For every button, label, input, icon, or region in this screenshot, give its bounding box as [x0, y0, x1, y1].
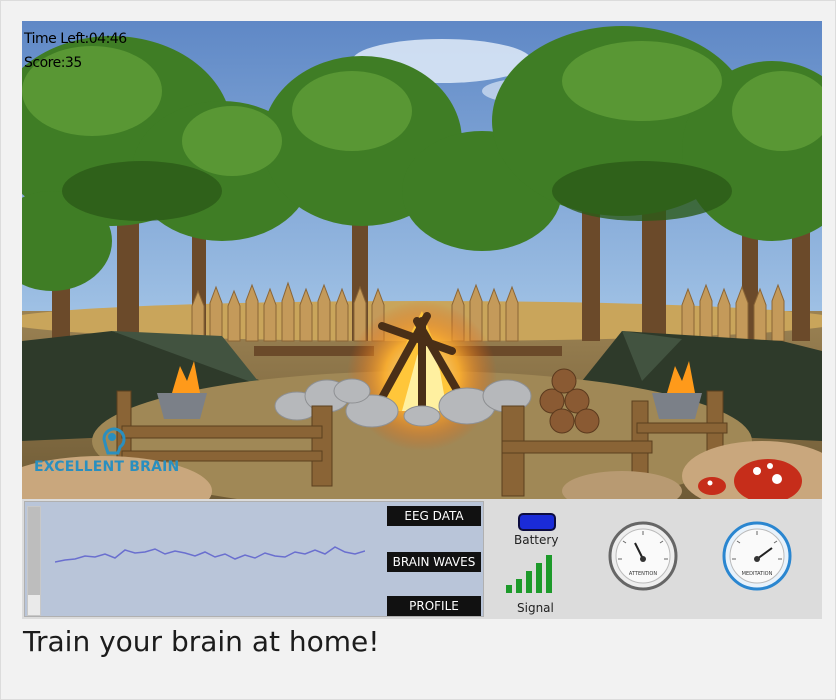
meditation-gauge: MEDITATION [722, 521, 792, 591]
score-label: Score:35 [24, 55, 82, 71]
meditation-gauge-label: MEDITATION [742, 571, 773, 577]
control-panel: EEG DATA BRAIN WAVES PROFILE Battery Sig… [22, 499, 822, 619]
brainwave-display: EEG DATA BRAIN WAVES PROFILE [24, 501, 484, 617]
brain-waves-button[interactable]: BRAIN WAVES [387, 552, 481, 572]
attention-gauge-label: ATTENTION [629, 571, 657, 577]
status-area: Battery Signal ATTENTION MEDITATION [488, 499, 822, 619]
signal-strength-icon [506, 555, 552, 593]
caption-text: Train your brain at home! [23, 625, 380, 658]
game-viewport[interactable]: Time Left:04:46 Score:35 EXCELLENT BRAIN [22, 21, 822, 501]
logo-text: EXCELLENT BRAIN [34, 459, 180, 475]
attention-gauge: ATTENTION [608, 521, 678, 591]
time-left-label: Time Left:04:46 [24, 31, 127, 47]
eeg-data-button[interactable]: EEG DATA [387, 506, 481, 526]
battery-icon [518, 513, 556, 531]
wave-scrollbar[interactable] [27, 506, 41, 616]
signal-label: Signal [517, 601, 554, 615]
brainwave-line [55, 546, 365, 563]
profile-button[interactable]: PROFILE [387, 596, 481, 616]
wave-scrollbar-thumb[interactable] [28, 507, 40, 595]
battery-label: Battery [514, 533, 559, 547]
app-frame: Time Left:04:46 Score:35 EXCELLENT BRAIN… [0, 0, 836, 700]
